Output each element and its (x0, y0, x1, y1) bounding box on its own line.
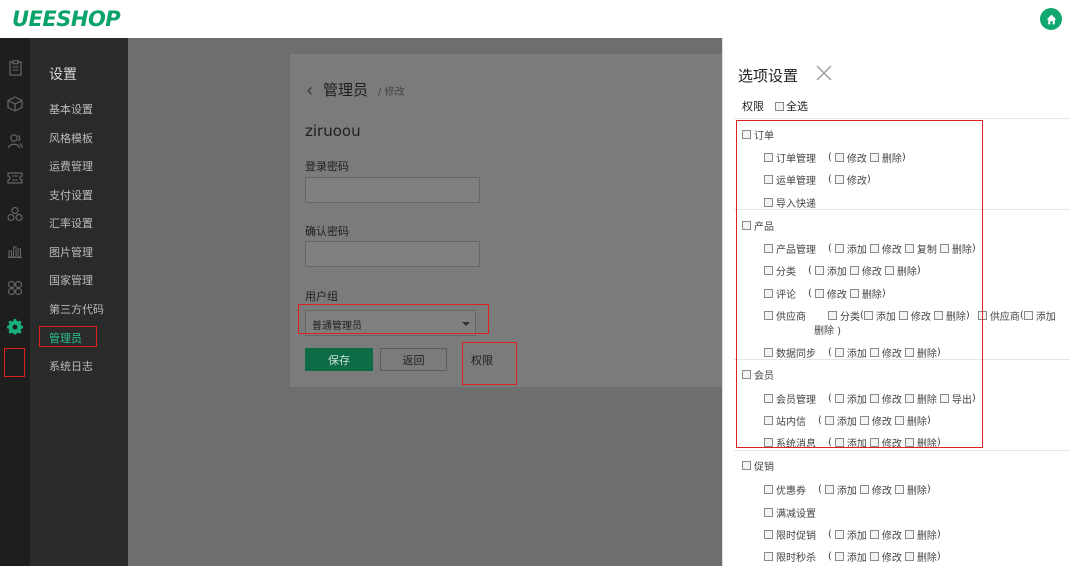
permission-sub: 供应商 (989, 312, 1020, 323)
permission-action: 添加 (1035, 312, 1056, 323)
settings-sidebar: 设置 基本设置 风格模板 运费管理 支付设置 汇率设置 图片管理 国家管理 第三… (30, 38, 128, 566)
permission-header: 权限 (742, 100, 764, 113)
top-bar: UEESHOP (0, 0, 1070, 39)
permission-row[interactable]: 满减设置 (764, 505, 816, 520)
login-password-label: 登录密码 (305, 160, 349, 173)
logo: UEESHOP (12, 7, 121, 31)
permission-row[interactable]: 限时促销(添加 修改 删除 ) (764, 527, 941, 542)
permission-name: 限时秒杀 (776, 553, 816, 564)
checkbox[interactable] (904, 552, 914, 561)
sidebar-item-basic[interactable]: 基本设置 (49, 101, 93, 117)
layers-icon[interactable] (7, 206, 23, 222)
icon-rail (0, 38, 30, 566)
permission-action: 删除 (906, 486, 927, 497)
permission-name: 满减设置 (776, 509, 816, 520)
back-chevron-icon[interactable]: ‹ (306, 80, 313, 101)
bar-chart-icon[interactable] (7, 243, 23, 259)
main-overlay: ‹ 管理员 / 修改 ziruoou 登录密码 确认密码 用户组 普通管理员 保… (128, 38, 723, 566)
checkbox[interactable] (834, 552, 844, 561)
grid-icon[interactable] (7, 280, 23, 296)
login-password-input[interactable] (305, 177, 480, 203)
sidebar-item-payment[interactable]: 支付设置 (49, 187, 93, 203)
permission-name: 限时促销 (776, 531, 816, 542)
checkbox[interactable] (824, 485, 834, 494)
breadcrumb: / 修改 (378, 87, 405, 98)
checkbox[interactable] (764, 508, 773, 517)
confirm-password-input[interactable] (305, 241, 480, 267)
sidebar-item-syslog[interactable]: 系统日志 (49, 358, 93, 374)
back-button[interactable]: 返回 (380, 348, 447, 371)
divider (734, 450, 1070, 451)
users-icon[interactable] (7, 133, 23, 149)
permission-group[interactable]: 促销 (742, 458, 774, 473)
sidebar-item-theme[interactable]: 风格模板 (49, 130, 93, 146)
sidebar-item-exchange[interactable]: 汇率设置 (49, 215, 93, 231)
checkbox[interactable] (1023, 311, 1033, 320)
panel-title: 选项设置 (738, 67, 799, 85)
active-item-highlight (39, 326, 97, 347)
select-all-checkbox[interactable]: 全选 (775, 98, 808, 114)
save-button[interactable]: 保存 (305, 348, 373, 371)
checkbox[interactable] (869, 530, 879, 539)
home-icon[interactable] (1040, 8, 1062, 30)
options-panel: 选项设置 权限 全选 订单 订单管理(修改 删除 ) 运单管理(修改 ) 导入快递 产品产… (722, 38, 1070, 566)
permission-action: 添加 (846, 531, 867, 542)
permission-action: 修改 (881, 531, 902, 542)
select-all-label: 全选 (786, 100, 808, 113)
active-rail-highlight (4, 348, 25, 377)
permission-action: 删除 (916, 553, 937, 564)
permission-name: 优惠券 (776, 486, 806, 497)
clipboard-icon[interactable] (7, 60, 23, 76)
page-title: 管理员 (323, 81, 369, 99)
checkbox[interactable] (904, 530, 914, 539)
sidebar-item-country[interactable]: 国家管理 (49, 272, 93, 288)
sidebar-item-images[interactable]: 图片管理 (49, 244, 93, 260)
checkbox[interactable] (894, 485, 904, 494)
checkbox[interactable] (764, 552, 773, 561)
checkbox[interactable] (869, 552, 879, 561)
confirm-password-label: 确认密码 (305, 225, 349, 238)
permission-highlight (462, 342, 517, 385)
permission-row[interactable]: 优惠券(添加 修改 删除 ) (764, 482, 931, 497)
checkbox[interactable] (834, 530, 844, 539)
checkbox[interactable] (764, 485, 773, 494)
close-icon[interactable] (816, 65, 832, 81)
permission-action: 修改 (881, 553, 902, 564)
ticket-icon[interactable] (7, 170, 23, 186)
permission-action: 添加 (836, 486, 857, 497)
divider (734, 118, 1070, 119)
username: ziruoou (305, 122, 361, 140)
checkbox[interactable] (742, 461, 751, 470)
cube-icon[interactable] (7, 96, 23, 112)
sidebar-item-thirdparty[interactable]: 第三方代码 (49, 301, 104, 317)
permission-row[interactable]: 限时秒杀(添加 修改 删除 ) (764, 549, 941, 564)
permission-action: 添加 (846, 553, 867, 564)
group-label: 促销 (754, 462, 774, 473)
user-group-highlight (298, 304, 489, 334)
gear-icon[interactable] (7, 318, 23, 334)
sidebar-title: 设置 (49, 67, 77, 83)
permission-action: 删除 (916, 531, 937, 542)
permission-action: 修改 (871, 486, 892, 497)
checkbox[interactable] (764, 530, 773, 539)
permission-highlight-box (736, 120, 983, 448)
user-group-label: 用户组 (305, 290, 338, 303)
checkbox[interactable] (859, 485, 869, 494)
sidebar-item-shipping[interactable]: 运费管理 (49, 158, 93, 174)
admin-edit-card: ‹ 管理员 / 修改 ziruoou 登录密码 确认密码 用户组 普通管理员 保… (290, 54, 723, 387)
